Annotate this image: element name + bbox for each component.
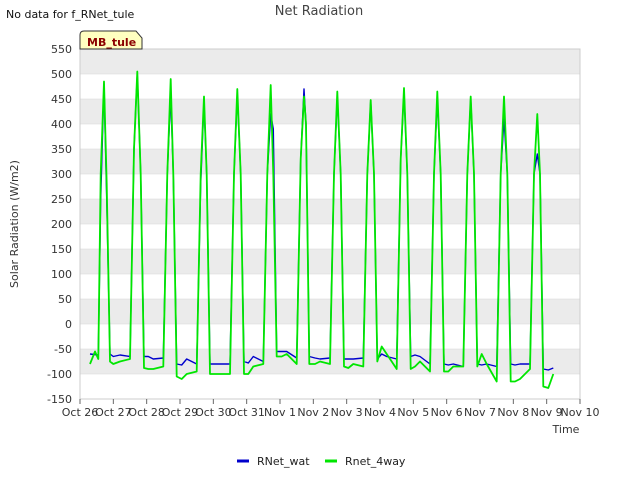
y-tick-label: 250	[51, 193, 72, 206]
chart-title: Net Radiation	[275, 4, 363, 19]
x-tick-label: Oct 30	[195, 406, 232, 419]
y-tick-label: 200	[51, 218, 72, 231]
x-tick-label: Nov 5	[397, 406, 429, 419]
background-band	[80, 49, 580, 74]
legend-label-rnet-wat: RNet_wat	[257, 455, 310, 468]
x-tick-label: Nov 4	[364, 406, 396, 419]
background-band	[80, 149, 580, 174]
y-tick-label: 450	[51, 93, 72, 106]
badge-label: MB_tule	[87, 36, 136, 49]
y-axis-label: Solar Radiation (W/m2)	[8, 160, 21, 288]
y-tick-label: -50	[54, 343, 72, 356]
legend-label-rnet-4way: Rnet_4way	[345, 455, 406, 468]
y-tick-label: 300	[51, 168, 72, 181]
y-tick-label: 400	[51, 118, 72, 131]
background-band	[80, 199, 580, 224]
x-axis-label: Time	[552, 423, 580, 436]
mb-tule-badge: MB_tule	[79, 30, 143, 50]
x-tick-label: Nov 1	[264, 406, 296, 419]
background-band	[80, 299, 580, 324]
y-tick-label: 350	[51, 143, 72, 156]
x-tick-label: Nov 7	[464, 406, 496, 419]
background-band	[80, 249, 580, 274]
no-data-notice: No data for f_RNet_tule	[6, 8, 135, 21]
x-tick-label: Nov 3	[331, 406, 363, 419]
y-tick-label: 100	[51, 268, 72, 281]
x-tick-label: Nov 2	[297, 406, 329, 419]
x-tick-label: Oct 31	[228, 406, 265, 419]
x-tick-label: Oct 28	[128, 406, 165, 419]
legend: RNet_wat Rnet_4way	[237, 455, 406, 468]
y-tick-label: 550	[51, 43, 72, 56]
x-tick-label: Oct 26	[62, 406, 99, 419]
x-tick-label: Oct 27	[95, 406, 132, 419]
y-axis-ticks: -150 -100 -50 0 50 100 150 200 250 300 350 400 450 50…	[47, 43, 72, 406]
x-tick-label: Nov 10	[561, 406, 600, 419]
y-tick-label: -100	[47, 368, 72, 381]
x-tick-label: Oct 29	[162, 406, 199, 419]
y-tick-label: 50	[58, 293, 72, 306]
x-tick-label: Nov 8	[497, 406, 529, 419]
y-tick-label: -150	[47, 393, 72, 406]
x-tick-label: Nov 6	[431, 406, 463, 419]
x-tick-label: Nov 9	[531, 406, 563, 419]
y-tick-label: 500	[51, 68, 72, 81]
x-axis-ticks: Oct 26Oct 27Oct 28Oct 29Oct 30Oct 31 Nov …	[62, 399, 600, 419]
net-radiation-chart: No data for f_RNet_tule Net Radiation -1…	[6, 4, 600, 468]
y-tick-label: 150	[51, 243, 72, 256]
y-tick-label: 0	[65, 318, 72, 331]
